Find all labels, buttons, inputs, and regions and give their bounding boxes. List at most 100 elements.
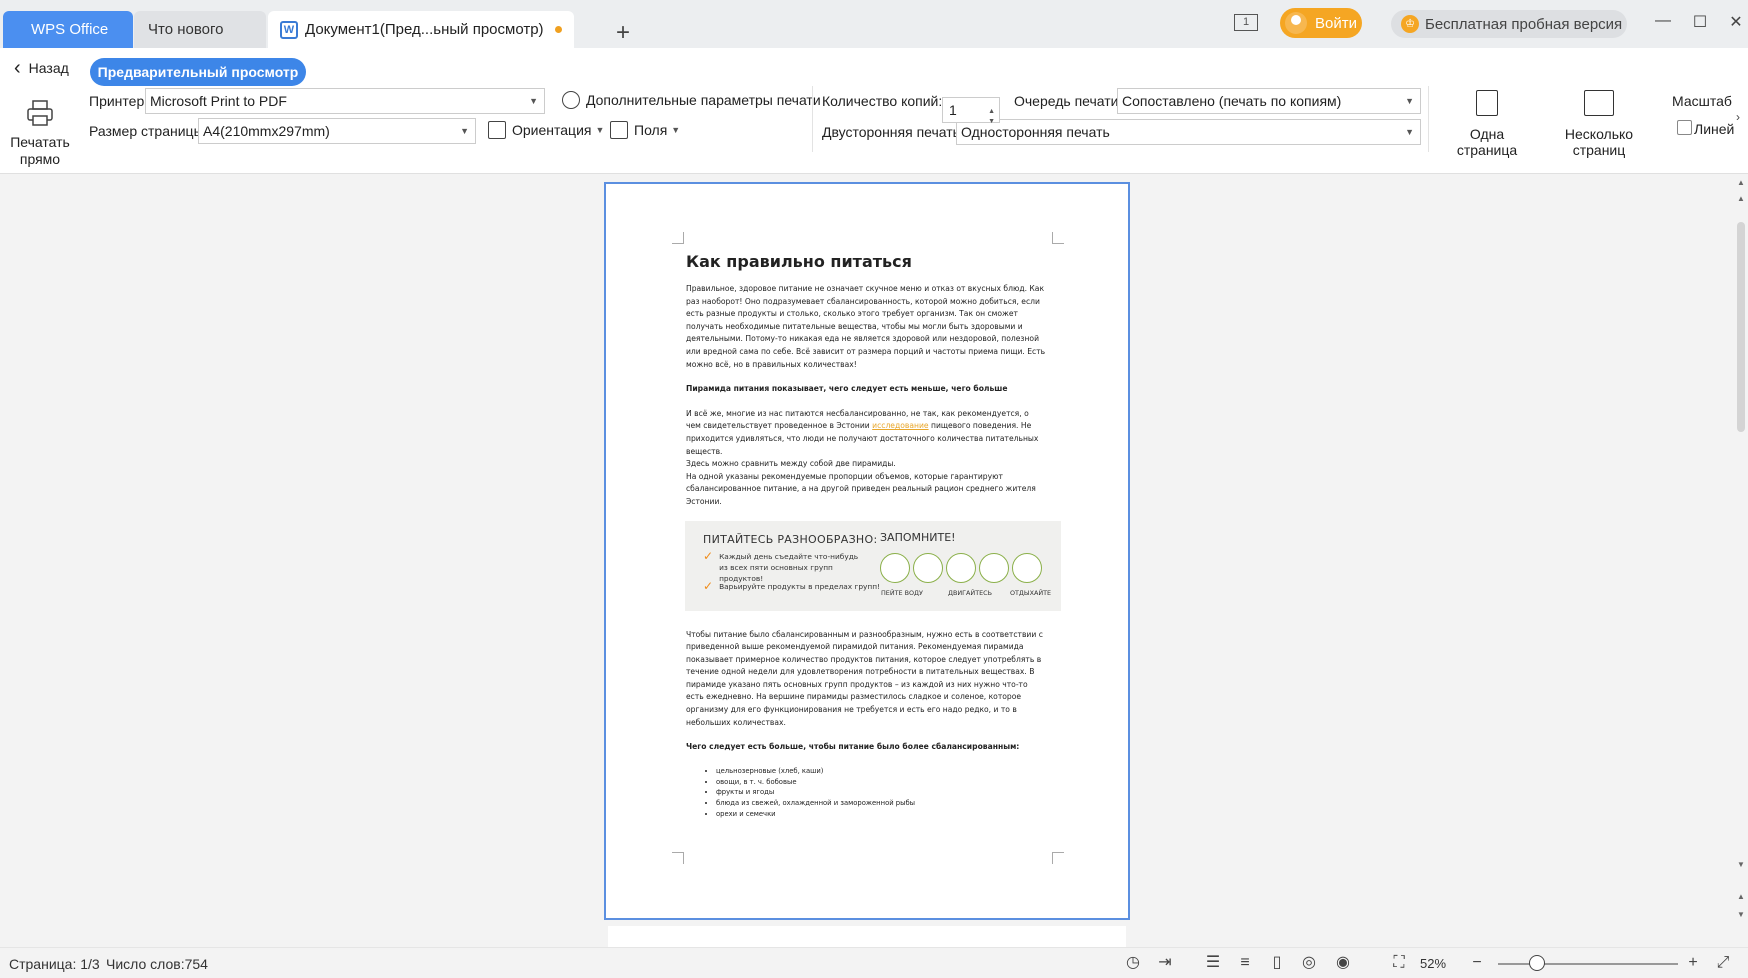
unsaved-dot-icon <box>554 26 562 33</box>
food-list: цельнозерновые (хлеб, каши) овощи, в т. … <box>704 766 1046 820</box>
scroll-down-icon[interactable]: ▼ <box>1737 860 1745 869</box>
trial-button[interactable]: ♔ Бесплатная пробная версия <box>1391 10 1627 38</box>
page-view-icon[interactable]: ☰ <box>1204 954 1222 972</box>
tab-label: Документ1(Пред...ьный просмотр) <box>305 21 544 38</box>
banner-item-text: Варьируйте продукты в пределах групп! <box>719 581 881 591</box>
lines-checkbox[interactable] <box>1677 120 1692 135</box>
scroll-up-icon[interactable]: ▲ <box>1737 194 1745 203</box>
new-tab-button[interactable]: + <box>586 14 630 51</box>
doc-paragraph: И всё же, многие из нас питаются несбала… <box>686 408 1046 509</box>
scroll-down-icon[interactable]: ▼ <box>1737 910 1745 919</box>
window-switch-icon[interactable]: 1 <box>1234 14 1258 31</box>
tab-label: WPS Office <box>31 21 109 38</box>
fit-page-icon[interactable]: ⛶ <box>1390 954 1408 972</box>
list-item: фрукты и ягоды <box>716 787 1046 798</box>
back-label: Назад <box>28 60 69 76</box>
single-page-icon <box>1476 90 1498 116</box>
zoom-out-button[interactable]: − <box>1468 954 1486 972</box>
page-indicator[interactable]: Страница: 1/3 <box>9 956 100 972</box>
minimize-button[interactable]: — <box>1648 12 1678 30</box>
maximize-button[interactable]: ☐ <box>1685 12 1715 32</box>
preview-workspace: Как правильно питаться Правильное, здоро… <box>0 174 1734 947</box>
chevron-left-icon: ‹ <box>14 57 21 79</box>
banner-item-text: Каждый день съедайте что-нибудь из всех … <box>719 551 859 583</box>
orientation-label: Ориентация <box>512 122 592 138</box>
check-icon: ✓ <box>703 578 714 593</box>
orientation-icon <box>488 121 506 139</box>
gear-icon <box>562 91 580 109</box>
list-item: орехи и семечки <box>716 809 1046 820</box>
margin-corner <box>672 232 684 244</box>
doc-paragraph: Правильное, здоровое питание не означает… <box>686 284 1046 369</box>
outline-view-icon[interactable]: ≡ <box>1236 954 1254 972</box>
chevron-down-icon: ▼ <box>1405 127 1414 137</box>
scroll-up-icon[interactable]: ▲ <box>1737 178 1745 187</box>
preview-mode-badge: Предварительный просмотр <box>90 58 306 86</box>
zoom-in-button[interactable]: + <box>1684 954 1702 972</box>
nutrition-banner-image: ПИТАЙТЕСЬ РАЗНООБРАЗНО: ЗАПОМНИТЕ! ✓ Кажд… <box>685 520 1061 611</box>
copies-value: 1 <box>949 102 957 118</box>
duplex-value: Односторонняя печать <box>961 124 1110 140</box>
margins-label: Поля <box>634 122 668 138</box>
tab-label: Что нового <box>148 21 224 38</box>
chevron-right-icon[interactable]: › <box>1736 110 1740 124</box>
close-button[interactable]: ✕ <box>1721 12 1748 32</box>
exit-preview-icon[interactable]: ⇥ <box>1156 954 1174 972</box>
duplex-select[interactable]: Односторонняя печать ▼ <box>956 119 1421 145</box>
multi-page-icon <box>1584 90 1614 116</box>
research-link[interactable]: исследование <box>872 421 928 430</box>
margins-button[interactable]: Поля ▼ <box>610 121 680 139</box>
trial-label: Бесплатная пробная версия <box>1425 15 1623 33</box>
print-now-label: Печатать прямо <box>10 134 70 167</box>
printer-select[interactable]: Microsoft Print to PDF ▼ <box>145 88 545 114</box>
print-now-button[interactable]: Печатать прямо <box>8 98 72 168</box>
preview-page-2 <box>608 926 1126 947</box>
page-size-select[interactable]: A4(210mmx297mm) ▼ <box>198 118 476 144</box>
fullscreen-icon[interactable]: ⤢ <box>1714 954 1732 972</box>
lines-label: Линей <box>1694 121 1735 137</box>
history-icon[interactable]: ◷ <box>1124 954 1142 972</box>
banner-item: ✓ Каждый день съедайте что-нибудь из всех… <box>703 550 863 584</box>
more-print-params-button[interactable]: Дополнительные параметры печати <box>562 91 821 109</box>
orientation-button[interactable]: Ориентация ▼ <box>488 121 604 139</box>
zoom-slider-knob[interactable] <box>1529 955 1545 971</box>
vertical-scrollbar[interactable]: ▲ ▲ ▼ ▲ ▼ <box>1734 174 1748 947</box>
one-page-button[interactable]: Одна страница <box>1438 90 1536 158</box>
multi-page-label: Несколько страниц <box>1564 126 1634 158</box>
eye-protection-icon[interactable]: ◉ <box>1334 954 1352 972</box>
more-params-label: Дополнительные параметры печати <box>586 92 821 108</box>
zoom-value[interactable]: 52% <box>1420 956 1446 971</box>
crown-icon: ♔ <box>1401 15 1419 33</box>
stepper-down-icon[interactable]: ▼ <box>988 110 995 134</box>
queue-label: Очередь печати: <box>1014 93 1123 109</box>
word-count[interactable]: Число слов:754 <box>106 956 208 972</box>
chevron-down-icon: ▼ <box>595 125 605 135</box>
tip-label: ДВИГАЙТЕСЬ <box>948 588 992 597</box>
tab-document[interactable]: W Документ1(Пред...ьный просмотр) <box>268 11 574 48</box>
list-item: цельнозерновые (хлеб, каши) <box>716 766 1046 777</box>
printer-icon <box>25 98 55 128</box>
chevron-down-icon: ▼ <box>529 96 538 106</box>
writer-doc-icon: W <box>280 20 298 39</box>
web-view-icon[interactable]: ◎ <box>1300 954 1318 972</box>
tab-wps-office[interactable]: WPS Office <box>3 11 133 48</box>
doc-title: Как правильно питаться <box>686 252 912 271</box>
text-span: Здесь можно сравнить между собой две пир… <box>686 459 896 469</box>
tab-whats-new[interactable]: Что нового <box>134 11 266 48</box>
chevron-down-icon: ▼ <box>460 126 469 136</box>
scroll-thumb[interactable] <box>1737 222 1745 432</box>
zoom-slider[interactable] <box>1498 963 1678 965</box>
tip-label: ОТДЫХАЙТЕ <box>1010 588 1052 597</box>
print-queue-select[interactable]: Сопоставлено (печать по копиям) ▼ <box>1117 88 1421 114</box>
status-bar: Страница: 1/3 Число слов:754 ◷ ⇥ ☰ ≡ ▯ ◎… <box>0 947 1748 978</box>
reading-view-icon[interactable]: ▯ <box>1268 954 1286 972</box>
queue-value: Сопоставлено (печать по копиям) <box>1122 93 1342 109</box>
copies-label: Количество копий: <box>822 93 943 109</box>
multi-page-button[interactable]: Несколько страниц <box>1538 90 1660 158</box>
title-bar: WPS Office Что нового W Документ1(Пред..… <box>0 0 1748 48</box>
back-button[interactable]: ‹ Назад <box>14 57 69 79</box>
page-up-icon[interactable]: ▲ <box>1737 892 1745 901</box>
copies-stepper[interactable]: 1 ▲ ▼ <box>942 97 1000 125</box>
login-button[interactable]: Войти <box>1280 8 1362 38</box>
login-label: Войти <box>1315 14 1357 32</box>
